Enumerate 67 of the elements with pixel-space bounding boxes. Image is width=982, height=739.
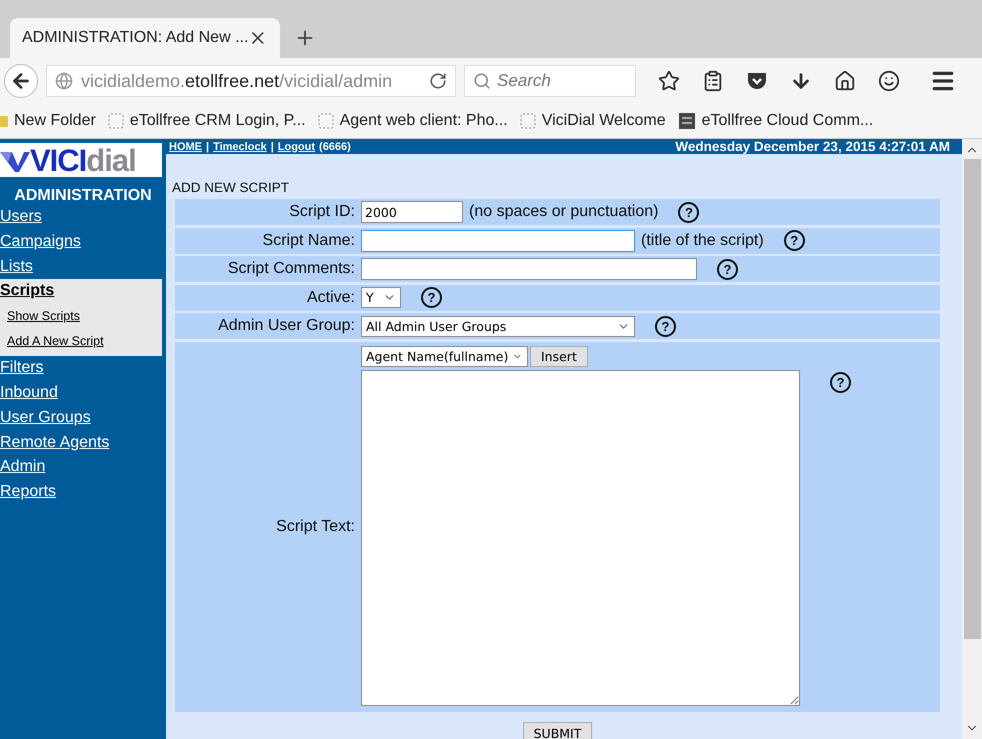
smiley-icon[interactable] (878, 70, 900, 92)
nav-link[interactable]: Users (0, 205, 166, 230)
sidebar-title: ADMINISTRATION (13, 187, 153, 205)
address-bar[interactable]: vicidialdemo.etollfree.net/vicidial/admin (46, 65, 456, 97)
user-id: (6666) (319, 140, 351, 152)
header-link[interactable]: Logout (278, 140, 316, 152)
sub-nav-link[interactable]: Show Scripts (7, 304, 162, 330)
submit-button[interactable]: SUBMIT (522, 722, 592, 739)
app-icon (678, 112, 696, 130)
separator: | (270, 140, 274, 152)
bookmark[interactable]: eTollfree Cloud Comm... (678, 112, 874, 130)
nav-link[interactable]: User Groups (0, 406, 166, 431)
page-icon (520, 113, 536, 129)
help-icon[interactable]: ? (678, 202, 700, 222)
text-input[interactable] (361, 230, 635, 252)
dropdown[interactable]: All Admin User Groups (361, 316, 635, 336)
nav-link[interactable]: Reports (0, 480, 166, 505)
home-icon[interactable] (834, 70, 856, 92)
sub-nav-link[interactable]: Add A New Script (7, 329, 162, 354)
help-icon[interactable]: ? (717, 258, 738, 280)
page-icon (318, 113, 334, 129)
nav-link[interactable]: Remote Agents (0, 430, 166, 456)
reload-icon[interactable] (429, 72, 447, 90)
text-input[interactable] (361, 258, 697, 280)
field-label: Script Text: (275, 518, 355, 536)
dropdown[interactable]: Agent Name(fullname) (361, 346, 528, 366)
help-icon[interactable]: ? (830, 372, 851, 392)
form-title: ADD NEW SCRIPT (172, 180, 290, 195)
field-label: Script ID: (288, 203, 355, 221)
globe-icon (55, 72, 73, 90)
nav-link[interactable]: Filters (0, 356, 166, 381)
hint-text: (no spaces or punctuation) (469, 203, 658, 221)
nav-link[interactable]: Scripts (0, 279, 162, 304)
separator: | (206, 140, 210, 152)
help-icon[interactable]: ? (784, 230, 805, 251)
nav-link[interactable]: Campaigns (0, 230, 166, 255)
nav-link[interactable]: Lists (0, 254, 166, 280)
page-icon (108, 113, 124, 129)
nav-link[interactable]: Admin (0, 455, 166, 480)
list-icon[interactable] (702, 70, 724, 92)
bookmark[interactable]: Agent web client: Pho... (318, 112, 508, 130)
scrollbar[interactable] (962, 139, 982, 739)
bookmark[interactable]: ViciDial Welcome (520, 112, 666, 130)
bookmark[interactable]: New Folder (0, 112, 96, 130)
header-link[interactable]: Timeclock (213, 140, 267, 152)
back-button[interactable] (4, 64, 38, 98)
nav-link[interactable]: Inbound (0, 380, 166, 406)
search-icon (473, 72, 491, 90)
field-label: Script Name: (262, 232, 355, 250)
insert-button[interactable]: Insert (530, 346, 588, 366)
field-label: Admin User Group: (217, 317, 355, 335)
search-field[interactable]: Search (464, 65, 636, 97)
field-label: Script Comments: (226, 260, 355, 278)
hint-text: (title of the script) (641, 232, 764, 250)
bookmark[interactable]: eTollfree CRM Login, P... (108, 112, 306, 130)
browser-tab[interactable]: ADMINISTRATION: Add New ... (10, 18, 280, 58)
logo: VICIdial (0, 143, 162, 177)
dropdown[interactable]: Y (361, 287, 401, 308)
date-time: Wednesday December 23, 2015 4:27:01 AM (675, 139, 950, 154)
field-label: Active: (306, 288, 355, 306)
help-icon[interactable]: ? (421, 287, 442, 308)
pocket-icon[interactable] (746, 71, 768, 91)
help-icon[interactable]: ? (655, 316, 676, 336)
download-icon[interactable] (790, 70, 812, 92)
star-icon[interactable] (658, 70, 680, 92)
text-input[interactable]: 2000 (361, 201, 463, 223)
header-link[interactable]: HOME (169, 140, 202, 152)
